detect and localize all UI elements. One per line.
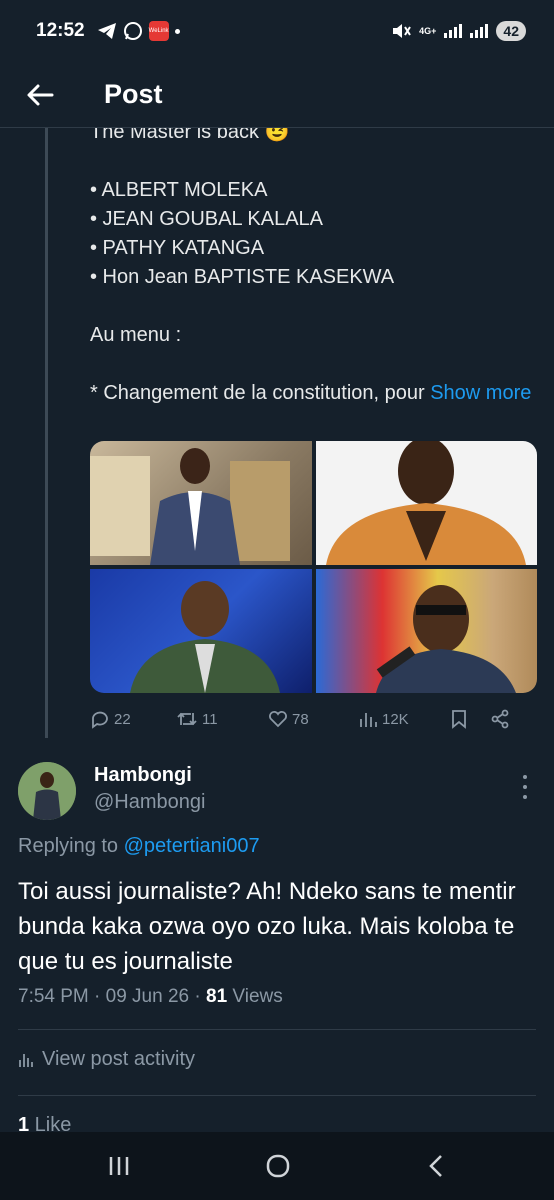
replying-to-link[interactable]: @petertiani007 [124,835,260,857]
repost-icon [177,712,197,726]
photo-3[interactable] [90,569,312,693]
share-icon [491,709,509,729]
divider [18,1095,536,1096]
page-title: Post [104,79,163,109]
notification-icons: WeLink [97,21,180,41]
reply-meta: 7:54 PM · 09 Jun 26 · 81 Views [18,986,283,1008]
like-button[interactable]: 78 [268,710,358,728]
view-post-activity-label: View post activity [42,1048,196,1070]
post-text: The Master is back 😉 • ALBERT MOLEKA • J… [90,118,540,408]
photo-1[interactable] [90,441,312,565]
repost-button[interactable]: 11 [176,709,268,729]
thread-connector [45,128,48,738]
network-type: 4G+ [419,25,437,36]
reply-timestamp: 7:54 PM · 09 Jun 26 · [18,986,206,1007]
back-button[interactable] [12,67,68,123]
mute-icon [393,24,412,38]
battery-level: 42 [496,21,526,41]
like-count: 78 [292,710,309,728]
heart-icon [269,711,287,728]
post-body: The Master is back 😉 • ALBERT MOLEKA • J… [90,121,425,404]
views-button[interactable]: 12K [358,710,450,728]
photo-2[interactable] [315,441,537,565]
avatar[interactable] [18,762,76,820]
reply-icon [92,711,108,729]
status-bar: 12:52 WeLink 4G+ 42 [0,0,554,62]
top-app-bar: Post [0,62,554,128]
show-more-link[interactable]: Show more [430,382,531,404]
reply-count: 22 [114,710,131,728]
analytics-icon [360,713,377,727]
bookmark-icon [452,710,466,729]
bookmark-button[interactable] [450,709,490,729]
reply-views-label: Views [227,986,283,1007]
reply-text: Toi aussi journaliste? Ah! Ndeko sans te… [18,878,516,975]
status-time: 12:52 [36,20,85,41]
signal-icon [444,24,463,38]
signal-2-icon [470,24,489,38]
reply-views-count: 81 [206,986,228,1007]
telegram-icon [97,23,116,39]
home-icon[interactable] [265,1153,291,1179]
replying-to: Replying to @petertiani007 [18,835,260,858]
photo-4[interactable] [315,569,537,693]
system-nav-bar [0,1132,554,1200]
share-button[interactable] [490,709,510,729]
post-actions: 22 11 78 12K [90,702,530,736]
divider [18,1029,536,1030]
back-nav-icon[interactable] [425,1153,447,1179]
reply-button[interactable]: 22 [90,709,176,729]
reply-author-handle[interactable]: @Hambongi [94,791,205,814]
recent-apps-icon[interactable] [107,1154,131,1178]
media-grid [90,441,537,693]
more-options-button[interactable] [515,775,535,799]
view-count: 12K [382,710,409,728]
reply-author-name[interactable]: Hambongi [94,764,192,787]
whatsapp-icon [123,22,142,40]
more-notifications-dot [174,28,180,34]
replying-prefix: Replying to [18,835,124,857]
view-post-activity-button[interactable]: View post activity [18,1048,195,1071]
repost-count: 11 [202,710,218,728]
welink-icon: WeLink [148,21,169,41]
arrow-left-icon [27,84,54,105]
analytics-icon [19,1053,33,1067]
